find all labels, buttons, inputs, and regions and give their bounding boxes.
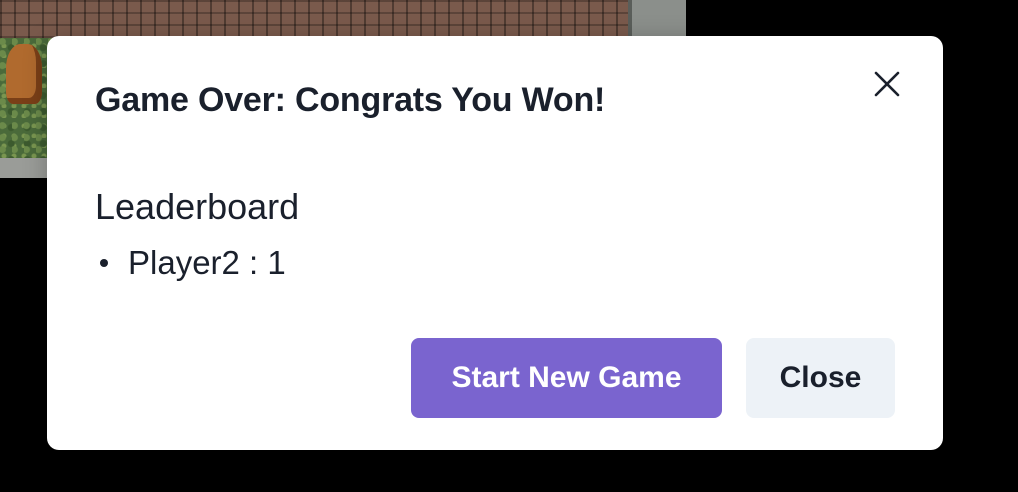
leaderboard-entry-text: Player2 : 1	[128, 244, 286, 281]
leaderboard-heading: Leaderboard	[95, 186, 300, 227]
game-wall-tiles	[0, 0, 686, 38]
leaderboard-list: Player2 : 1	[95, 242, 286, 284]
game-over-modal: Game Over: Congrats You Won! Leaderboard…	[47, 36, 943, 450]
bullet-icon	[100, 259, 108, 267]
leaderboard-entry: Player2 : 1	[95, 242, 286, 284]
start-new-game-button[interactable]: Start New Game	[411, 338, 722, 418]
modal-close-button[interactable]	[867, 64, 907, 104]
close-icon	[874, 71, 900, 97]
modal-title: Game Over: Congrats You Won!	[95, 81, 606, 119]
game-tree-sprite	[6, 44, 42, 104]
close-button[interactable]: Close	[746, 338, 895, 418]
